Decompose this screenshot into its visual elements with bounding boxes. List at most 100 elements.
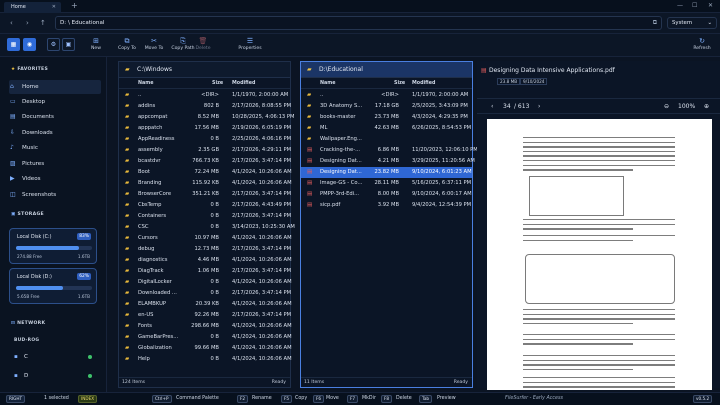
left-file-pane[interactable]: ▰ C:\Windows Name Size Modified ▰.. <DIR> 1… [118, 61, 295, 388]
sidebar-item-desktop[interactable]: ▭ Desktop [9, 95, 101, 109]
file-modified: 9/4/2024, 12:54:39 PM [412, 202, 472, 208]
table-row[interactable]: ▰ debug 12.73 MB 2/17/2026, 3:47:14 PM [119, 244, 291, 255]
sidebar-item-screenshots[interactable]: ◫ Screenshots [9, 188, 101, 202]
table-row[interactable]: ▰ books-master 23.73 MB 4/3/2024, 4:29:35 P… [301, 112, 472, 123]
column-name[interactable]: Name [320, 78, 336, 89]
table-row[interactable]: ▰ 3D Anatomy S... 17.18 GB 2/5/2025, 3:43:0… [301, 101, 472, 112]
up-arrow-icon[interactable]: ↑ [40, 17, 46, 29]
minimize-button[interactable]: — [677, 1, 683, 11]
settings-button[interactable]: ⚙ [47, 38, 60, 51]
properties-button[interactable]: ☰ Properties [234, 36, 266, 51]
new-tab-button[interactable]: + [71, 1, 78, 11]
text-line [523, 219, 675, 221]
prev-page-icon[interactable]: ‹ [491, 99, 493, 114]
disk-d-card[interactable]: Local Disk (D:) 62% 5.65B Free 1.6TB [9, 268, 97, 304]
right-file-pane[interactable]: ▰ D:\Educational Name Size Modified ▰.. <D… [300, 61, 478, 388]
table-row[interactable]: ▰ Containers 0 B 2/17/2026, 3:47:14 PM [119, 211, 291, 222]
delete-button[interactable]: 🗑 Delete [187, 36, 219, 51]
table-row[interactable]: ▰ CbsTemp 0 B 2/17/2026, 4:43:49 PM [119, 200, 291, 211]
table-row[interactable]: ▰ Downloaded ... 0 B 2/17/2026, 3:47:14 PM [119, 288, 291, 299]
move-shortcut[interactable]: Move [326, 393, 339, 405]
network-drive-c[interactable]: ▪ C [9, 350, 97, 364]
file-size: 20.39 KB [195, 301, 219, 307]
column-modified[interactable]: Modified [232, 78, 255, 89]
column-size[interactable]: Size [212, 78, 223, 89]
file-modified: 2/17/2026, 3:47:14 PM [232, 191, 292, 197]
sidebar-item-music[interactable]: ♪ Music [9, 141, 101, 155]
table-row[interactable]: ▰ appcompat 8.52 MB 10/28/2025, 4:06:13 PM [119, 112, 294, 123]
zoom-in-icon[interactable]: ⊕ [704, 99, 709, 114]
sidebar-item-documents[interactable]: ▤ Documents [9, 110, 101, 124]
command-palette-shortcut[interactable]: Command Palette [176, 393, 219, 405]
copy-icon[interactable]: ⧉ [653, 17, 657, 29]
table-row[interactable]: ▰ en-US 92.26 MB 2/17/2026, 3:47:14 PM [119, 310, 291, 321]
table-row[interactable]: ▰ CSC 0 B 3/14/2023, 10:25:30 AM [119, 222, 295, 233]
back-icon[interactable]: ‹ [10, 17, 13, 29]
table-row[interactable]: ▤ Cracking-the-... 6.86 MB 11/20/2023, 12:0… [301, 145, 478, 156]
table-row[interactable]: ▰ Cursors 10.97 MB 4/1/2024, 10:26:06 AM [119, 233, 292, 244]
table-row[interactable]: ▰.. <DIR> 1/1/1970, 2:00:00 AM [301, 90, 472, 101]
disk-c-card[interactable]: Local Disk (C:) 83% 274.88 Free 1.6TB [9, 228, 97, 264]
table-row[interactable]: ▰ addins 802 B 2/17/2026, 8:08:55 PM [119, 101, 291, 112]
table-row[interactable]: ▰ AppReadiness 0 B 2/25/2026, 4:06:16 PM [119, 134, 291, 145]
next-page-icon[interactable]: › [538, 99, 540, 114]
table-row[interactable]: ▤ sicp.pdf 3.92 MB 9/4/2024, 12:54:39 PM [301, 200, 472, 211]
preview-shortcut[interactable]: Preview [437, 393, 456, 405]
folder-icon: ▰ [125, 235, 130, 241]
sidebar-item-pictures[interactable]: ▨ Pictures [9, 157, 101, 171]
file-name: Cracking-the-... [320, 147, 361, 153]
column-size[interactable]: Size [394, 78, 405, 89]
table-row[interactable]: ▰ GameBarPres... 0 B 4/1/2024, 10:26:06 AM [119, 332, 292, 343]
grid-view-button[interactable]: ▦ [7, 38, 20, 51]
text-line [523, 164, 675, 166]
table-row[interactable]: ▰ diagnostics 4.46 MB 4/1/2024, 10:26:06 AM [119, 255, 292, 266]
mkdir-shortcut[interactable]: MkDir [362, 393, 376, 405]
theme-select[interactable]: System ⌄ [667, 17, 717, 29]
table-row[interactable]: ▤ PMPP-3rd-Edi... 8.00 MB 9/10/2024, 6:00:1… [301, 189, 472, 200]
zoom-out-icon[interactable]: ⊖ [664, 99, 669, 114]
table-row[interactable]: ▰ bcastdvr 766.73 KB 2/17/2026, 3:47:14 PM [119, 156, 291, 167]
table-row[interactable]: ▤ Designing Dat... 23.82 MB 9/10/2024, 6:01… [301, 167, 472, 178]
move-to-button[interactable]: ✂ Move To [138, 36, 170, 51]
table-row[interactable]: ▤ Designing Dat... 4.21 MB 3/29/2025, 11:20… [301, 156, 475, 167]
table-row[interactable]: ▰ ELAMBKUP 20.39 KB 4/1/2024, 10:26:06 AM [119, 299, 292, 310]
table-row[interactable]: ▰ DigitalLocker 0 B 4/1/2024, 10:26:06 AM [119, 277, 292, 288]
maximize-button[interactable]: ☐ [692, 1, 697, 11]
table-row[interactable]: ▰ DiagTrack 1.06 MB 2/17/2026, 3:47:14 PM [119, 266, 291, 277]
copy-shortcut[interactable]: Copy [295, 393, 307, 405]
sidebar-item-videos[interactable]: ▶ Videos [9, 172, 101, 186]
table-row[interactable]: ▰ Boot 72.24 MB 4/1/2024, 10:26:06 AM [119, 167, 292, 178]
network-drive-d[interactable]: ▪ D [9, 369, 97, 383]
sidebar-item-downloads[interactable]: ⇩ Downloads [9, 126, 101, 140]
table-row[interactable]: ▰ Globalization 99.66 MB 4/1/2024, 10:26:06… [119, 343, 292, 354]
eye-view-button[interactable]: ◉ [23, 38, 36, 51]
refresh-button[interactable]: ↻ Refresh [686, 36, 718, 51]
table-row[interactable]: ▰ Help 0 B 4/1/2024, 10:26:06 AM [119, 354, 292, 365]
close-window-button[interactable]: ✕ [708, 1, 713, 11]
close-tab-icon[interactable]: ✕ [52, 2, 56, 13]
table-row[interactable]: ▰ Branding 115.92 KB 4/1/2024, 10:26:06 AM [119, 178, 292, 189]
table-row[interactable]: ▰ assembly 2.35 GB 2/17/2026, 4:29:11 PM [119, 145, 291, 156]
tab-home[interactable]: Home ✕ [4, 2, 61, 13]
table-row[interactable]: ▰ Fonts 298.66 MB 4/1/2024, 10:26:06 AM [119, 321, 292, 332]
sidebar-item-label: Documents [22, 114, 54, 120]
page-number-input[interactable]: 34 [503, 99, 511, 114]
table-row[interactable]: ▰ BrowserCore 351.21 KB 2/17/2026, 3:47:14 … [119, 189, 292, 200]
layout-button[interactable]: ▣ [62, 38, 75, 51]
column-modified[interactable]: Modified [412, 78, 435, 89]
column-name[interactable]: Name [138, 78, 154, 89]
rename-shortcut[interactable]: Rename [252, 393, 272, 405]
table-row[interactable]: ▤ Image-GS - Co... 28.11 MB 5/16/2025, 6:37… [301, 178, 472, 189]
folder-icon: ▰ [125, 356, 130, 362]
delete-shortcut[interactable]: Delete [396, 393, 412, 405]
table-row[interactable]: ▰ Wallpaper.Eng... [301, 134, 472, 145]
path-input[interactable]: D: \ Educational ⧉ [55, 16, 662, 30]
table-row[interactable]: ▰ apppatch 17.56 MB 2/19/2026, 6:05:19 PM [119, 123, 291, 134]
new-button[interactable]: ⊞ New [80, 36, 112, 51]
table-row[interactable]: ▰.. <DIR> 1/1/1970, 2:00:00 AM [119, 90, 290, 101]
table-row[interactable]: ▰ ML 42.63 MB 6/26/2025, 8:54:53 PM [301, 123, 472, 134]
forward-icon[interactable]: › [26, 17, 29, 29]
network-title: NETWORK [17, 321, 46, 326]
sidebar-item-home[interactable]: ⌂ Home [9, 80, 101, 94]
pdf-page[interactable] [487, 119, 712, 390]
